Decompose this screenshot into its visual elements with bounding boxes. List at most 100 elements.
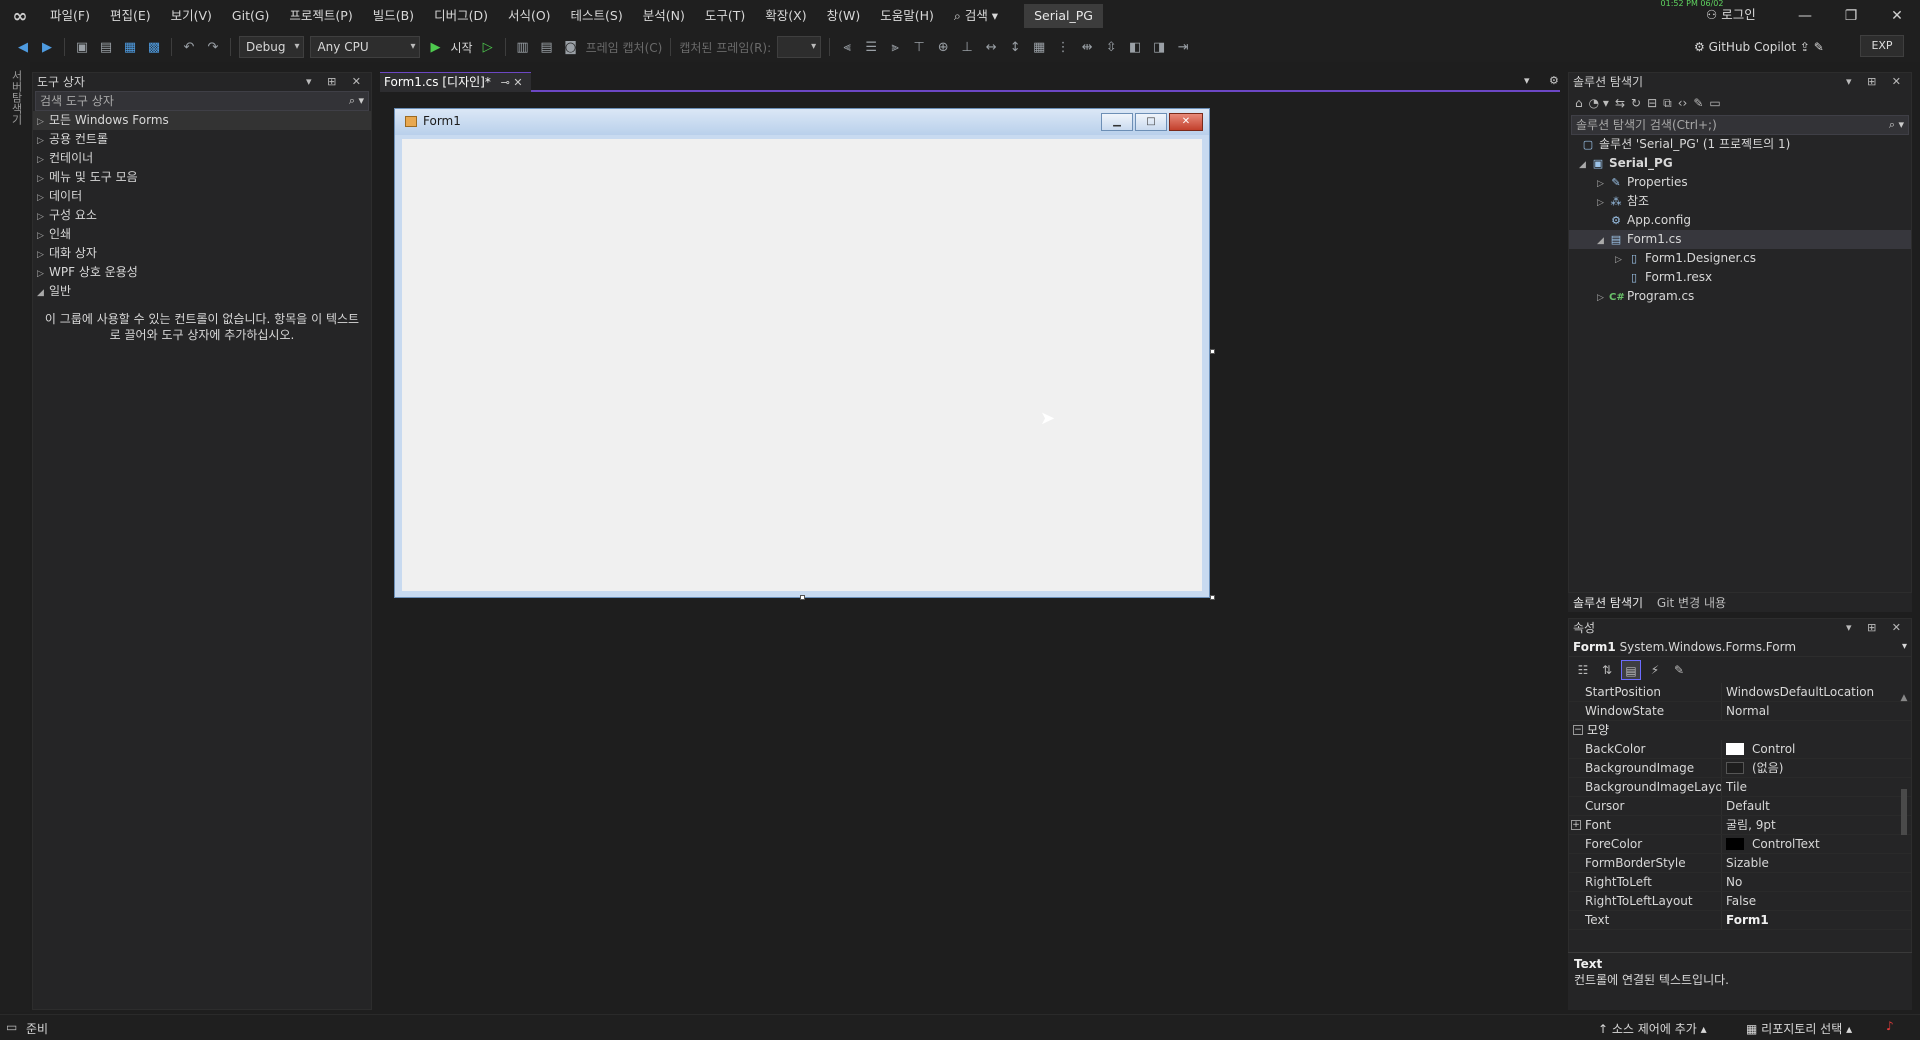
refresh-icon[interactable]: ↻ xyxy=(1631,96,1641,110)
login-button[interactable]: ⚇ 로그인 xyxy=(1706,4,1756,26)
home-icon[interactable]: ⌂ xyxy=(1575,96,1583,110)
align-right-icon[interactable]: ⫸ xyxy=(886,38,904,56)
exp-badge[interactable]: EXP xyxy=(1860,35,1904,57)
save-all-icon[interactable]: ▩ xyxy=(145,38,163,56)
toolbox-search-input[interactable]: 검색 도구 상자 ⌕ ▾ xyxy=(35,91,369,111)
same-width-icon[interactable]: ↔ xyxy=(982,38,1000,56)
references-node[interactable]: ▷ ⁂ 참조 xyxy=(1569,192,1911,211)
notification-bell-icon[interactable]: ♪ xyxy=(1886,1019,1894,1033)
panel-options-icon[interactable]: ▾ ⊞ ✕ xyxy=(1846,619,1907,637)
tab-solution-explorer[interactable]: 솔루션 탐색기 xyxy=(1568,593,1648,613)
toolbox-group[interactable]: ▷ 데이터 xyxy=(33,187,371,206)
toolbox-group-open[interactable]: ◢ 일반 xyxy=(33,282,371,301)
tab-git-changes[interactable]: Git 변경 내용 xyxy=(1652,593,1731,613)
pin-close-icon[interactable]: ⊸ ✕ xyxy=(501,76,523,89)
form1-design-window[interactable]: Form1 ▁ □ ✕ xyxy=(394,108,1210,598)
view-code-icon[interactable]: ‹› xyxy=(1678,96,1688,110)
restore-window-button[interactable]: ❐ xyxy=(1828,0,1874,32)
events-icon[interactable]: ⚡ xyxy=(1645,660,1665,680)
property-row[interactable]: RightToLeftLayout False xyxy=(1569,892,1911,911)
properties-scrollbar[interactable]: ▲ xyxy=(1899,693,1909,943)
properties-view-icon[interactable]: ▤ xyxy=(1621,660,1641,680)
tab-overflow-icon[interactable]: ▾ ⚙ xyxy=(1524,74,1567,87)
toolbox-icon[interactable]: ▥ xyxy=(514,38,532,56)
alphabetical-icon[interactable]: ⇅ xyxy=(1597,660,1617,680)
property-category[interactable]: − 모양 xyxy=(1569,721,1911,740)
properties-node[interactable]: ▷ ✎ Properties xyxy=(1569,173,1911,192)
pending-changes-icon[interactable]: ◔ ▾ xyxy=(1589,96,1609,110)
menu-format[interactable]: 서식(O) xyxy=(498,0,561,32)
property-row[interactable]: FormBorderStyle Sizable xyxy=(1569,854,1911,873)
property-row[interactable]: RightToLeft No xyxy=(1569,873,1911,892)
property-row[interactable]: BackgroundImage (없음) xyxy=(1569,759,1911,778)
undo-icon[interactable]: ↶ xyxy=(180,38,198,56)
property-row[interactable]: StartPosition WindowsDefaultLocation xyxy=(1569,683,1911,702)
menu-file[interactable]: 파일(F) xyxy=(40,0,100,32)
menu-help[interactable]: 도움말(H) xyxy=(870,0,944,32)
property-row[interactable]: BackColor Control xyxy=(1569,740,1911,759)
categorized-icon[interactable]: ☷ xyxy=(1573,660,1593,680)
menu-git[interactable]: Git(G) xyxy=(222,0,280,32)
form1-designer-node[interactable]: ▷ ▯ Form1.Designer.cs xyxy=(1569,249,1911,268)
menu-tools[interactable]: 도구(T) xyxy=(695,0,755,32)
menu-test[interactable]: 테스트(S) xyxy=(561,0,633,32)
search-menu[interactable]: ⌕ 검색 ▾ xyxy=(944,0,1008,32)
add-to-source-control-button[interactable]: ↑ 소스 제어에 추가 ▴ xyxy=(1598,1020,1707,1037)
property-pages-icon[interactable]: ✎ xyxy=(1669,660,1689,680)
server-explorer-tab[interactable]: 서버탐색기 xyxy=(10,70,24,140)
resize-handle-bottom[interactable] xyxy=(800,595,805,600)
toolbox-group[interactable]: ▷ WPF 상호 운용성 xyxy=(33,263,371,282)
properties-icon[interactable]: ✎ xyxy=(1693,96,1703,110)
forward-icon[interactable]: ▶ xyxy=(38,38,56,56)
form1-resx-node[interactable]: ▯ Form1.resx xyxy=(1569,268,1911,287)
same-height-icon[interactable]: ↕ xyxy=(1006,38,1024,56)
sync-icon[interactable]: ⇆ xyxy=(1615,96,1625,110)
open-file-icon[interactable]: ▤ xyxy=(97,38,115,56)
save-icon[interactable]: ▦ xyxy=(121,38,139,56)
spacing-icon[interactable]: ⋮ xyxy=(1054,38,1072,56)
property-object-selector[interactable]: Form1 System.Windows.Forms.Form ▾ xyxy=(1569,637,1911,657)
menu-project[interactable]: 프로젝트(P) xyxy=(279,0,362,32)
resize-handle-corner[interactable] xyxy=(1210,595,1215,600)
configuration-dropdown[interactable]: Debug xyxy=(239,36,305,58)
visual-studio-logo-icon[interactable]: ∞ xyxy=(0,0,40,32)
center-horizontal-icon[interactable]: ⇹ xyxy=(1078,38,1096,56)
back-icon[interactable]: ◀ xyxy=(14,38,32,56)
start-icon[interactable]: ▶ xyxy=(426,38,444,56)
align-bottom-icon[interactable]: ⊥ xyxy=(958,38,976,56)
property-row[interactable]: ForeColor ControlText xyxy=(1569,835,1911,854)
center-vertical-icon[interactable]: ⇳ xyxy=(1102,38,1120,56)
property-row[interactable]: + Font 굴림, 9pt xyxy=(1569,816,1911,835)
output-icon[interactable]: ▭ xyxy=(6,1020,17,1034)
camera-icon[interactable]: ◙ xyxy=(562,38,580,56)
send-back-icon[interactable]: ◨ xyxy=(1150,38,1168,56)
collapse-all-icon[interactable]: ⊟ xyxy=(1647,96,1657,110)
toolbox-group[interactable]: ▷ 컨테이너 xyxy=(33,149,371,168)
solution-node[interactable]: ▢ 솔루션 'Serial_PG' (1 프로젝트의 1) xyxy=(1569,135,1911,154)
menu-extensions[interactable]: 확장(X) xyxy=(755,0,816,32)
view-designer-icon[interactable]: ▭ xyxy=(1709,96,1720,110)
project-node[interactable]: ◢ ▣ Serial_PG xyxy=(1569,154,1911,173)
property-row[interactable]: Cursor Default xyxy=(1569,797,1911,816)
form-client-area[interactable] xyxy=(402,139,1202,591)
toolbox-group[interactable]: ▷ 구성 요소 xyxy=(33,206,371,225)
align-middle-icon[interactable]: ⊕ xyxy=(934,38,952,56)
platform-dropdown[interactable]: Any CPU xyxy=(310,36,421,58)
menu-analyze[interactable]: 분석(N) xyxy=(633,0,695,32)
search-icon[interactable]: ⌕ ▾ xyxy=(1889,116,1904,134)
toolbox-group[interactable]: ▷ 메뉴 및 도구 모음 xyxy=(33,168,371,187)
toolbox-group[interactable]: ▷ 공용 컨트롤 xyxy=(33,130,371,149)
close-window-button[interactable]: ✕ xyxy=(1874,0,1920,32)
select-repository-button[interactable]: ▦ 리포지토리 선택 ▴ xyxy=(1746,1020,1852,1037)
new-project-icon[interactable]: ▣ xyxy=(73,38,91,56)
frame-capture-label[interactable]: 프레임 캡처(C) xyxy=(586,39,663,56)
program-node[interactable]: ▷ C# Program.cs xyxy=(1569,287,1911,306)
start-without-debug-icon[interactable]: ▷ xyxy=(479,38,497,56)
bring-front-icon[interactable]: ◧ xyxy=(1126,38,1144,56)
form1-node[interactable]: ◢ ▤ Form1.cs xyxy=(1569,230,1911,249)
solution-explorer-search-input[interactable]: 솔루션 탐색기 검색(Ctrl+;) ⌕ ▾ xyxy=(1571,115,1909,135)
panel-options-icon[interactable]: ▾ ⊞ ✕ xyxy=(1846,73,1907,91)
github-copilot-button[interactable]: ⚙ GitHub Copilot ⇪ ✎ xyxy=(1694,36,1824,58)
share-icon[interactable]: ⇪ ✎ xyxy=(1796,40,1824,54)
minimize-window-button[interactable]: — xyxy=(1782,0,1828,32)
